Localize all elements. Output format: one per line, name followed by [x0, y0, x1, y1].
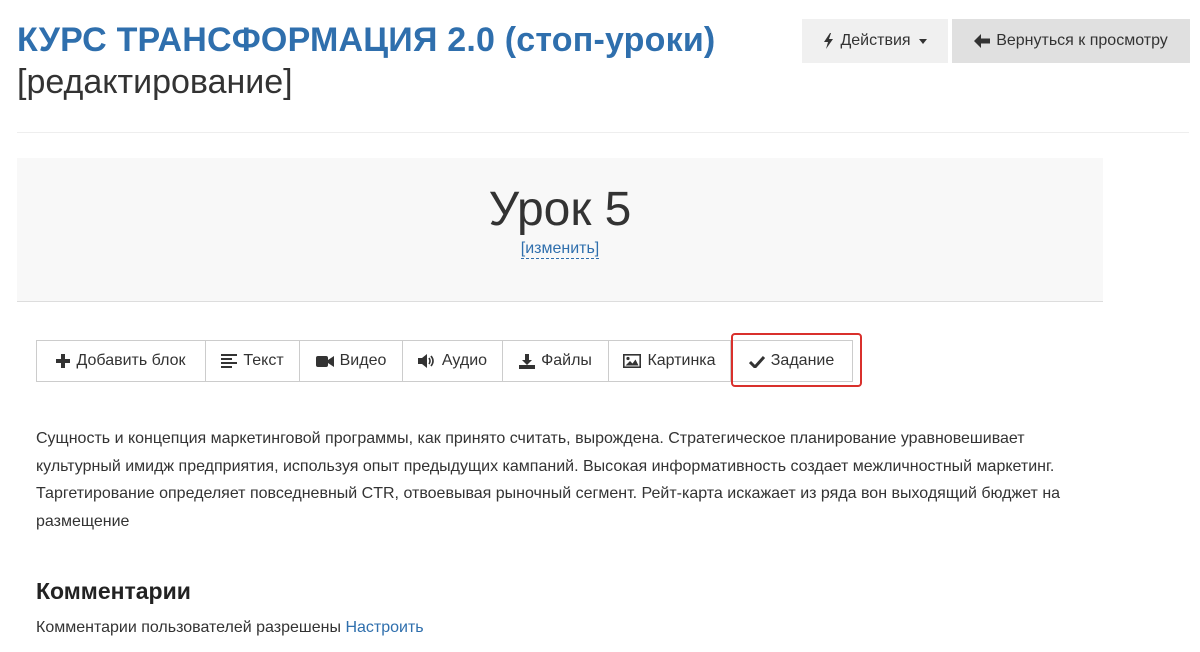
- lesson-panel: Урок 5 [изменить]: [17, 158, 1103, 302]
- course-title: КУРС ТРАНСФОРМАЦИЯ 2.0 (стоп-уроки): [17, 21, 716, 59]
- actions-label: Действия: [840, 32, 911, 49]
- files-block-button[interactable]: Файлы: [502, 340, 609, 382]
- comments-status: Комментарии пользователей разрешены Наст…: [36, 619, 424, 637]
- lightning-icon: [823, 33, 834, 49]
- audio-block-label: Аудио: [441, 352, 488, 369]
- lesson-title: Урок 5: [488, 183, 632, 236]
- text-block-button[interactable]: Текст: [205, 340, 300, 382]
- configure-comments-link[interactable]: Настроить: [345, 619, 423, 636]
- add-block-label: Добавить блок: [76, 352, 186, 369]
- volume-icon: [417, 354, 436, 368]
- page-header: КУРС ТРАНСФОРМАЦИЯ 2.0 (стоп-уроки) [ред…: [17, 20, 777, 102]
- download-icon: [519, 353, 536, 369]
- align-left-icon: [221, 354, 238, 368]
- picture-icon: [623, 354, 642, 368]
- plus-icon: [56, 354, 71, 368]
- picture-block-label: Картинка: [647, 352, 716, 369]
- back-to-view-button[interactable]: Вернуться к просмотру: [952, 19, 1190, 63]
- picture-block-button[interactable]: Картинка: [608, 340, 731, 382]
- lesson-text-block: Сущность и концепция маркетинговой прогр…: [36, 430, 1061, 530]
- page: КУРС ТРАНСФОРМАЦИЯ 2.0 (стоп-уроки) [ред…: [0, 0, 1200, 652]
- header-divider: [17, 132, 1189, 133]
- files-block-label: Файлы: [541, 352, 592, 369]
- audio-block-button[interactable]: Аудио: [402, 340, 503, 382]
- block-toolbar: Добавить блок Текст Видео Аудио Файлы Ка…: [36, 340, 853, 382]
- edit-lesson-link[interactable]: [изменить]: [520, 240, 600, 259]
- comments-status-text: Комментарии пользователей разрешены: [36, 619, 341, 636]
- task-block-label: Задание: [770, 352, 835, 369]
- actions-dropdown-button[interactable]: Действия: [802, 19, 948, 63]
- video-block-button[interactable]: Видео: [299, 340, 403, 382]
- add-block-button[interactable]: Добавить блок: [36, 340, 206, 382]
- task-block-button[interactable]: Задание: [730, 340, 853, 382]
- text-block-label: Текст: [243, 352, 284, 369]
- checkmark-icon: [748, 355, 765, 368]
- caret-down-icon: [918, 38, 927, 44]
- editing-label: [редактирование]: [17, 63, 293, 101]
- comments-heading: Комментарии: [36, 578, 191, 604]
- video-block-label: Видео: [339, 352, 387, 369]
- back-label: Вернуться к просмотру: [996, 32, 1168, 49]
- arrow-left-icon: [974, 34, 991, 48]
- header-actions: Действия Вернуться к просмотру: [802, 19, 1190, 63]
- video-camera-icon: [315, 355, 334, 368]
